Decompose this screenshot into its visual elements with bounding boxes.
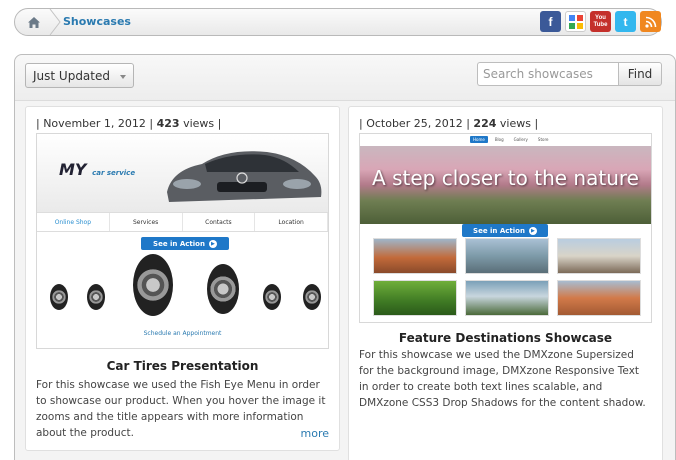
showcase-card: | October 25, 2012 | 224 views | Home Bl… bbox=[348, 106, 663, 460]
thumbnail-logo-text: MY bbox=[59, 160, 87, 179]
thumbnail-footer: Schedule an Appointment bbox=[143, 330, 222, 337]
thumbnail-menu-item: Store bbox=[537, 137, 549, 142]
showcase-card: | November 1, 2012 | 423 views | MY car … bbox=[25, 106, 340, 451]
find-button[interactable]: Find bbox=[618, 62, 662, 86]
thumbnail-menu-item: Home bbox=[470, 136, 488, 143]
thumbnail-logo-sub: car service bbox=[92, 169, 136, 177]
photo-thumbnail bbox=[557, 238, 641, 274]
card-views-label: views bbox=[499, 117, 531, 130]
thumbnail-nav-item: Services bbox=[110, 213, 183, 231]
card-title[interactable]: Feature Destinations Showcase bbox=[349, 331, 662, 345]
thumbnail-nav-item: Online Shop bbox=[37, 213, 110, 231]
card-meta: | October 25, 2012 | 224 views | bbox=[359, 117, 539, 130]
tire-image bbox=[303, 284, 321, 310]
home-icon bbox=[28, 16, 40, 28]
see-in-action-badge: See in Action ▶ bbox=[141, 237, 229, 250]
tire-image bbox=[133, 254, 173, 316]
thumbnail-menu-item: Gallery bbox=[513, 137, 528, 142]
play-icon: ▶ bbox=[528, 226, 537, 235]
more-link[interactable]: more bbox=[301, 427, 330, 440]
play-icon: ▶ bbox=[208, 239, 217, 248]
thumbnail-nav-item: Location bbox=[255, 213, 328, 231]
thumbnail-nav-item: Contacts bbox=[183, 213, 256, 231]
google-grid-glyph bbox=[568, 14, 583, 29]
showcase-thumbnail[interactable]: Home Blog Gallery Store A step closer to… bbox=[359, 133, 652, 323]
breadcrumb-separator bbox=[49, 9, 61, 35]
thumbnail-nav: Online Shop Services Contacts Location bbox=[37, 212, 328, 232]
social-links: f You Tube t bbox=[540, 11, 661, 32]
showcase-panel: Just Updated Find | November 1, 2012 | 4… bbox=[14, 54, 676, 460]
photo-thumbnail bbox=[373, 238, 457, 274]
chevron-down-icon bbox=[120, 75, 126, 79]
card-meta: | November 1, 2012 | 423 views | bbox=[36, 117, 222, 130]
photo-thumbnail bbox=[465, 280, 549, 316]
card-description: For this showcase we used the Fish Eye M… bbox=[36, 379, 326, 439]
card-views-count: 224 bbox=[473, 117, 497, 130]
sort-dropdown-label: Just Updated bbox=[33, 69, 110, 83]
thumbnail-menu-item: Blog bbox=[494, 137, 504, 142]
breadcrumb: Showcases f You Tube t bbox=[14, 8, 662, 36]
photo-thumbnail bbox=[465, 238, 549, 274]
toolbar: Just Updated Find bbox=[15, 55, 675, 101]
card-views-label: views bbox=[183, 117, 215, 130]
photo-thumbnail bbox=[557, 280, 641, 316]
rss-glyph bbox=[644, 16, 656, 28]
card-views-count: 423 bbox=[156, 117, 180, 130]
see-in-action-badge: See in Action ▶ bbox=[462, 224, 548, 237]
photo-thumbnail bbox=[373, 280, 457, 316]
thumbnail-topbar: Home Blog Gallery Store bbox=[360, 134, 651, 146]
twitter-icon[interactable]: t bbox=[615, 11, 636, 32]
breadcrumb-current[interactable]: Showcases bbox=[63, 15, 131, 28]
car-image bbox=[167, 151, 322, 202]
tire-image bbox=[207, 264, 239, 314]
google-icon[interactable] bbox=[565, 11, 586, 32]
thumbnail-logo: MY car service bbox=[59, 160, 135, 179]
facebook-icon[interactable]: f bbox=[540, 11, 561, 32]
see-in-action-label: See in Action bbox=[473, 226, 525, 235]
youtube-icon[interactable]: You Tube bbox=[590, 11, 611, 32]
showcase-thumbnail[interactable]: MY car service Online Shop Services Cont… bbox=[36, 133, 329, 349]
search-input[interactable] bbox=[477, 62, 618, 86]
card-title[interactable]: Car Tires Presentation bbox=[26, 359, 339, 373]
card-description: For this showcase we used the DMXzone Su… bbox=[359, 349, 646, 409]
see-in-action-label: See in Action bbox=[153, 239, 205, 248]
home-button[interactable] bbox=[15, 9, 53, 35]
thumbnail-menu: Home Blog Gallery Store bbox=[470, 136, 551, 143]
tire-image bbox=[87, 284, 105, 310]
rss-icon[interactable] bbox=[640, 11, 661, 32]
tire-image bbox=[50, 284, 68, 310]
sort-dropdown[interactable]: Just Updated bbox=[25, 63, 134, 88]
tire-image bbox=[263, 284, 281, 310]
card-date: November 1, 2012 bbox=[43, 117, 146, 130]
thumbnail-headline: A step closer to the nature bbox=[372, 166, 639, 190]
card-date: October 25, 2012 bbox=[366, 117, 463, 130]
